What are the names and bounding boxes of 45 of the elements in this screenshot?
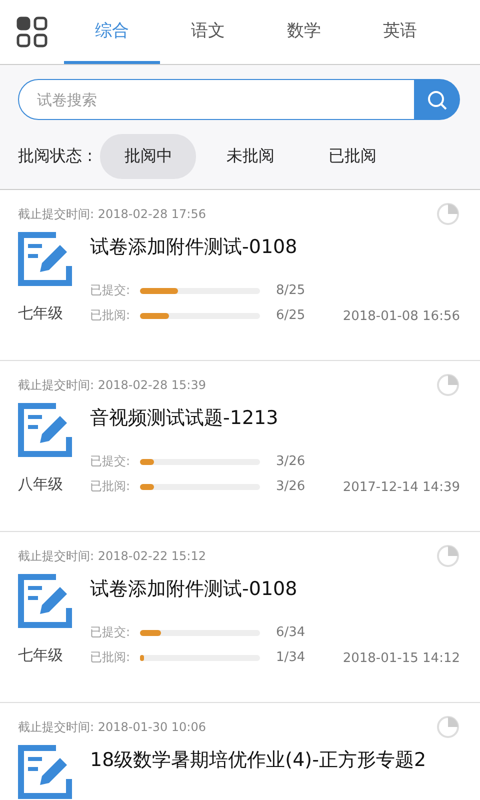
- pie-chart-icon[interactable]: [436, 373, 460, 397]
- paper-title[interactable]: 18级数学暑期培优作业(4)-正方形专题2: [90, 747, 460, 791]
- search-icon: [426, 88, 448, 110]
- edit-document-icon: [18, 403, 72, 457]
- paper-title[interactable]: 试卷添加附件测试-0108: [90, 234, 343, 278]
- edit-document-icon: [18, 232, 72, 286]
- pie-chart-icon[interactable]: [436, 544, 460, 568]
- status-filter-option[interactable]: 未批阅: [202, 134, 298, 179]
- progress-label: 已批阅:: [90, 307, 132, 324]
- subject-tab[interactable]: 数学: [256, 0, 352, 64]
- progress-label: 已批阅:: [90, 649, 132, 666]
- progress-label: 已批阅:: [90, 478, 132, 495]
- status-filter-option[interactable]: 批阅中: [100, 134, 196, 179]
- search-button[interactable]: [414, 79, 460, 120]
- progress-count: 3/26: [276, 479, 306, 494]
- date-text: 2017-12-14 14:39: [342, 480, 460, 495]
- paper-title[interactable]: 音视频测试试题-1213: [90, 405, 343, 449]
- paper-title[interactable]: 试卷添加附件测试-0108: [90, 576, 343, 620]
- progress-count: 8/25: [276, 283, 306, 298]
- progress-count: 6/25: [276, 308, 306, 323]
- progress-count: 1/34: [276, 650, 306, 665]
- date-text: 2018-01-08 16:56: [342, 309, 460, 324]
- pie-chart-icon[interactable]: [436, 202, 460, 226]
- progress-label: 已提交:: [90, 453, 132, 470]
- search-field[interactable]: 试卷搜索: [18, 79, 414, 120]
- deadline-text: 截止提交时间: 2018-02-22 15:12: [18, 548, 206, 564]
- progress-label: 已提交:: [90, 282, 132, 299]
- grade-label: 七年级: [18, 646, 64, 665]
- grade-label: 八年级: [18, 475, 64, 494]
- grade-label: 七年级: [18, 304, 64, 323]
- progress-label: 已提交:: [90, 624, 132, 641]
- deadline-text: 截止提交时间: 2018-01-30 10:06: [18, 718, 206, 736]
- progress-count: 6/34: [276, 625, 306, 640]
- date-text: 2018-01-15 14:12: [342, 651, 460, 666]
- filter-label: 批阅状态 :: [18, 146, 92, 167]
- subject-tab[interactable]: 语文: [160, 0, 256, 64]
- pie-chart-icon[interactable]: [436, 715, 460, 739]
- status-filter-option[interactable]: 已批阅: [304, 134, 400, 179]
- menu-grid-icon[interactable]: [16, 16, 48, 48]
- deadline-text: 截止提交时间: 2018-02-28 17:56: [18, 206, 206, 222]
- progress-count: 3/26: [276, 454, 306, 469]
- deadline-text: 截止提交时间: 2018-02-28 15:39: [18, 376, 206, 394]
- edit-document-icon: [18, 574, 72, 628]
- subject-tab[interactable]: 英语: [352, 0, 448, 64]
- edit-document-icon: [18, 745, 72, 799]
